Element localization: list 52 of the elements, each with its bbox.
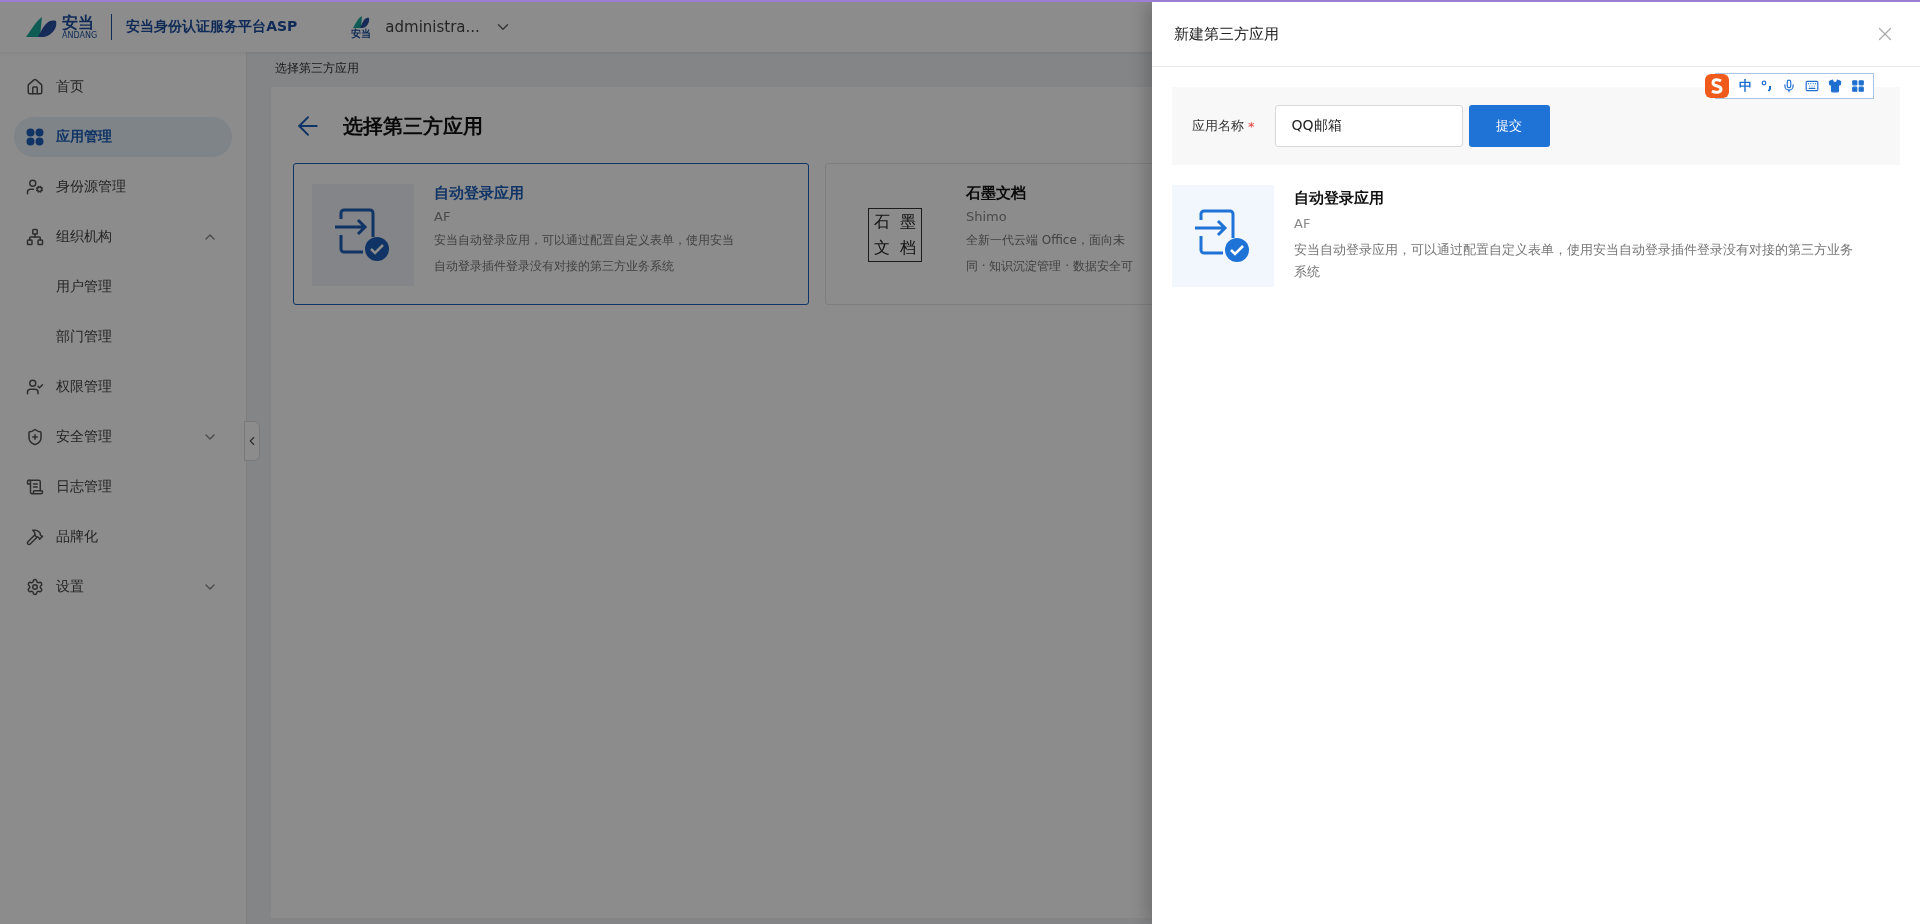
sidebar-item[interactable]: 设置: [14, 567, 232, 607]
app-description: 全新一代云端 Office，面向未: [966, 232, 1126, 249]
log-icon: [26, 478, 44, 496]
sidebar-item[interactable]: 身份源管理: [14, 167, 232, 207]
user-logo-text: 安当: [351, 29, 372, 39]
user-check-icon: [26, 378, 44, 396]
platform-title: 安当身份认证服务平台ASP: [126, 18, 298, 36]
home-icon: [26, 78, 44, 96]
hammer-icon: [26, 528, 44, 546]
org-chart-icon: [26, 228, 44, 246]
app-description: 自动登录插件登录没有对接的第三方业务系统: [434, 258, 675, 275]
app-title: 石墨文档: [966, 184, 1027, 203]
breadcrumb: 选择第三方应用: [274, 60, 359, 77]
user-gear-icon: [26, 178, 44, 196]
settings-icon: [26, 578, 44, 596]
app-description: 同 · 知识沉淀管理 · 数据安全可: [966, 258, 1133, 275]
sidebar-item[interactable]: 权限管理: [14, 367, 232, 407]
microphone-icon[interactable]: [1782, 79, 1796, 93]
sidebar-item[interactable]: 安全管理: [14, 417, 232, 457]
user-logo-icon: [352, 15, 371, 29]
sidebar-item[interactable]: 首页: [14, 67, 232, 107]
collapse-handle[interactable]: [244, 421, 260, 461]
app-title: 自动登录应用: [434, 184, 525, 203]
ime-mode[interactable]: 中: [1739, 77, 1752, 95]
logo-icon: [24, 15, 58, 39]
app-description: 安当自动登录应用，可以通过配置自定义表单，使用安当: [434, 232, 734, 249]
user-name[interactable]: administra...: [385, 18, 480, 36]
apps-icon: [26, 128, 44, 146]
logo-text: 安当: [62, 14, 94, 31]
sidebar-subitem[interactable]: 部门管理: [14, 317, 232, 357]
sidebar-item[interactable]: 应用管理: [14, 117, 232, 157]
sidebar-item[interactable]: 组织机构: [14, 217, 232, 257]
page-title: 选择第三方应用: [343, 112, 483, 140]
drawer-title: 新建第三方应用: [1174, 24, 1279, 44]
app-code: Shimo: [966, 209, 1008, 224]
app-logo: 石 墨 文 档: [868, 208, 922, 262]
app-code: AF: [434, 209, 452, 224]
logo-subtext: ANDANG: [62, 30, 98, 40]
sidebar-item[interactable]: 品牌化: [14, 517, 232, 557]
app-card[interactable]: 自动登录应用 AF 安当自动登录应用，可以通过配置自定义表单，使用安当 自动登录插件登录没有对接的第三方业务系统: [293, 163, 809, 305]
app-name-input[interactable]: QQ邮箱: [1274, 105, 1463, 147]
sidebar-subitem[interactable]: 用户管理: [14, 267, 232, 307]
shirt-icon[interactable]: [1828, 79, 1842, 93]
sidebar-item[interactable]: 日志管理: [14, 467, 232, 507]
punctuation-icon[interactable]: [1761, 80, 1773, 92]
submit-button[interactable]: 提交: [1468, 105, 1550, 147]
required-mark: *: [1248, 118, 1255, 134]
grid-icon[interactable]: [1851, 79, 1865, 93]
app-code: AF: [1294, 216, 1312, 231]
keyboard-icon[interactable]: [1805, 79, 1819, 93]
field-label: 应用名称: [1192, 117, 1244, 135]
shield-icon: [26, 428, 44, 446]
